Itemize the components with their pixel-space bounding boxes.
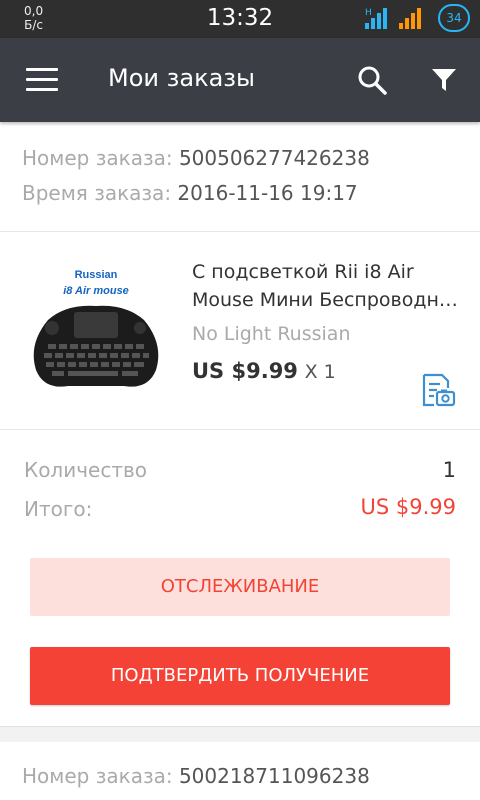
product-price: US $9.99	[192, 359, 298, 383]
order-number-row: Номер заказа: 500506277426238	[22, 146, 370, 170]
order-number-label: Номер заказа:	[22, 146, 173, 170]
order-time-label: Время заказа:	[22, 181, 172, 205]
status-bar: 0,0 Б/с 13:32 H 34	[0, 0, 480, 38]
product-title-line-1: С подсветкой Rii i8 Air	[192, 261, 414, 283]
signal-icon-1: H	[365, 8, 387, 29]
order-item[interactable]: Russian i8 Air mouse С подсветкой Rii i8…	[0, 232, 480, 430]
product-image: Russian i8 Air mouse	[26, 262, 166, 402]
product-image-text-1: Russian	[75, 269, 118, 281]
document-photo-icon[interactable]	[420, 372, 456, 408]
product-title[interactable]: С подсветкой Rii i8 Air Mouse Мини Беспр…	[192, 258, 462, 314]
order-number-value: 500506277426238	[178, 146, 370, 170]
menu-icon[interactable]	[26, 68, 58, 92]
product-image-text-2: i8 Air mouse	[63, 285, 129, 297]
product-variant: No Light Russian	[192, 323, 351, 345]
total-value: US $9.99	[360, 495, 457, 519]
order-time-row: Время заказа: 2016-11-16 19:17	[22, 181, 358, 205]
signal-icon-2	[399, 8, 421, 29]
svg-text:H: H	[365, 8, 372, 18]
filter-icon[interactable]	[430, 66, 458, 94]
total-label: Итого:	[24, 497, 93, 521]
order-header-2[interactable]: Номер заказа: 500218711096238	[0, 742, 480, 800]
order-header: Номер заказа: 500506277426238 Время зака…	[0, 122, 480, 232]
app-bar: Мои заказы	[0, 38, 480, 122]
order-time-value: 2016-11-16 19:17	[177, 181, 358, 205]
order-number-value-2: 500218711096238	[178, 764, 370, 788]
quantity-value: 1	[442, 458, 456, 482]
track-button[interactable]: ОТСЛЕЖИВАНИЕ	[30, 558, 450, 616]
confirm-receipt-button[interactable]: ПОДТВЕРДИТЬ ПОЛУЧЕНИЕ	[30, 647, 450, 705]
search-icon[interactable]	[356, 64, 388, 96]
order-number-row-2: Номер заказа: 500218711096238	[22, 764, 370, 788]
product-quantity: X 1	[304, 361, 336, 383]
page-title: Мои заказы	[108, 64, 255, 92]
product-price-row: US $9.99 X 1	[192, 359, 336, 383]
order-number-label-2: Номер заказа:	[22, 764, 173, 788]
product-title-line-2: Mouse Мини Беспроводна...	[192, 289, 462, 311]
battery-icon: 34	[438, 4, 470, 32]
quantity-label: Количество	[24, 458, 148, 482]
order-divider	[0, 726, 480, 742]
